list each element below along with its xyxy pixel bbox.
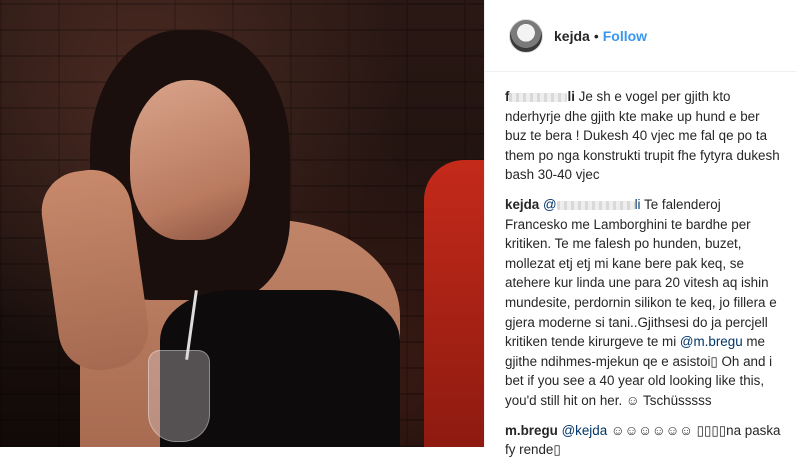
redacted-name [556, 200, 635, 210]
follow-button[interactable]: Follow [603, 28, 647, 44]
comment-author[interactable]: f li [505, 89, 575, 104]
clipped-previous-comment: ‾ ‾ ‾ ‾ ‾ ‾ [505, 72, 543, 81]
comments-list[interactable]: ‾ ‾ ‾ ‾ ‾ ‾ f li Je sh e vogel per gjith … [485, 72, 796, 460]
red-clothing-edge [424, 160, 484, 447]
post-username[interactable]: kejda [554, 28, 590, 44]
comment-text: Te falenderoj Francesko me Lamborghini t… [505, 196, 777, 350]
comment-author[interactable]: kejda [505, 197, 539, 212]
post-header: kejda • Follow [485, 0, 796, 72]
comment-mention[interactable]: @ li [543, 197, 641, 212]
portrait-figure [36, 20, 400, 447]
comment-item: f li Je sh e vogel per gjith kto nderhyrj… [505, 87, 796, 185]
comment-item: m.bregu @kejda ☺☺☺☺☺☺ ▯▯▯▯na paska fy re… [505, 421, 796, 460]
comment-author[interactable]: m.bregu [505, 423, 558, 438]
post-photo [0, 0, 484, 447]
separator-dot: • [593, 27, 599, 44]
avatar[interactable] [509, 18, 543, 53]
face [130, 80, 250, 240]
comment-item: kejda @ li Te falenderoj Francesko me Lam… [505, 195, 796, 411]
drink-glass [148, 350, 210, 442]
comment-mention[interactable]: @kejda [562, 423, 608, 438]
comment-mention[interactable]: @m.bregu [680, 334, 743, 349]
redacted-name [509, 92, 568, 102]
post-sidebar: kejda • Follow ‾ ‾ ‾ ‾ ‾ ‾ f li Je sh e v… [484, 0, 796, 457]
